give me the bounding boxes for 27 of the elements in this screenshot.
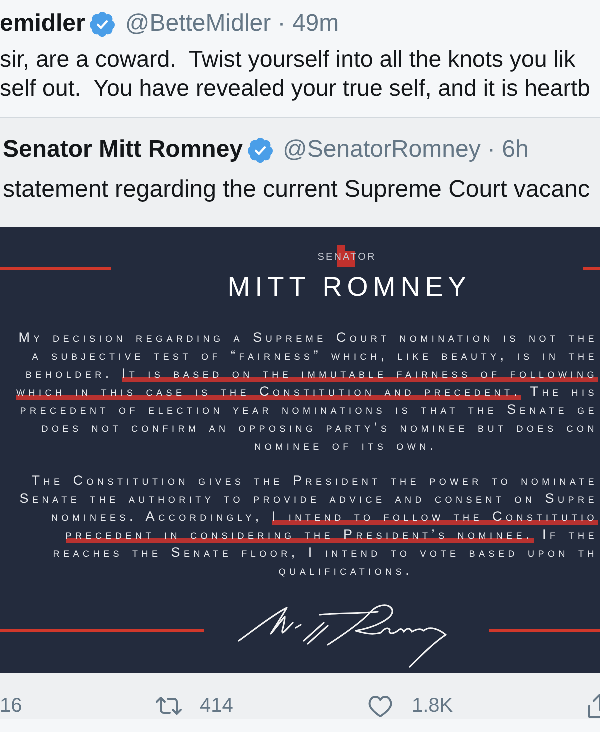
statement-text: reaches the Senate floor, I intend to vote based upon th [53, 544, 598, 562]
heart-icon[interactable] [368, 694, 393, 718]
statement-text: does not confirm an opposing party’s nominee but does con [42, 419, 598, 437]
statement-text: The his [530, 383, 598, 401]
statement-text: precedent of election year nominations is that the Senate ge [20, 401, 598, 419]
quoted-tweet-card[interactable] [0, 117, 600, 719]
retweet-count: 414 [200, 694, 234, 718]
statement-text: beholder. [26, 365, 113, 383]
quoted-author-name[interactable]: Senator Mitt Romney [3, 135, 244, 165]
like-count: 1.8K [412, 694, 454, 718]
author-handle[interactable]: @BetteMidler · 49m [125, 9, 340, 39]
reply-count: 16 [0, 694, 22, 718]
statement-text: If the [542, 526, 598, 544]
statement-text: nominees. Accordingly, [52, 508, 263, 526]
retweet-icon[interactable] [155, 695, 183, 717]
statement-title: MITT ROMNEY [226, 271, 472, 303]
author-name[interactable]: emidler [0, 9, 86, 39]
quoted-tweet-text: statement regarding the current Supreme Court vacanc [3, 175, 590, 204]
statement-text: My decision regarding a Supreme Court nomination is not the [18, 329, 598, 347]
quoted-author-handle[interactable]: @SenatorRomney · 6h [283, 135, 529, 165]
tweet-text: sir, are a coward. Twist yourself into all the knots you lik self out. You have revealed your true self, and it is heartb [0, 45, 590, 103]
statement-text: Senate the authority to provide advice and consent on Supre [20, 490, 598, 508]
statement-text: nominee of its own. [254, 437, 438, 455]
statement-text: qualifications. [278, 562, 414, 580]
statement-text: The Constitution gives the President the power to nominate [32, 472, 598, 490]
share-icon[interactable] [588, 693, 600, 719]
statement-text: a subjective test of “fairness” which, like beauty, is in the [32, 347, 598, 365]
